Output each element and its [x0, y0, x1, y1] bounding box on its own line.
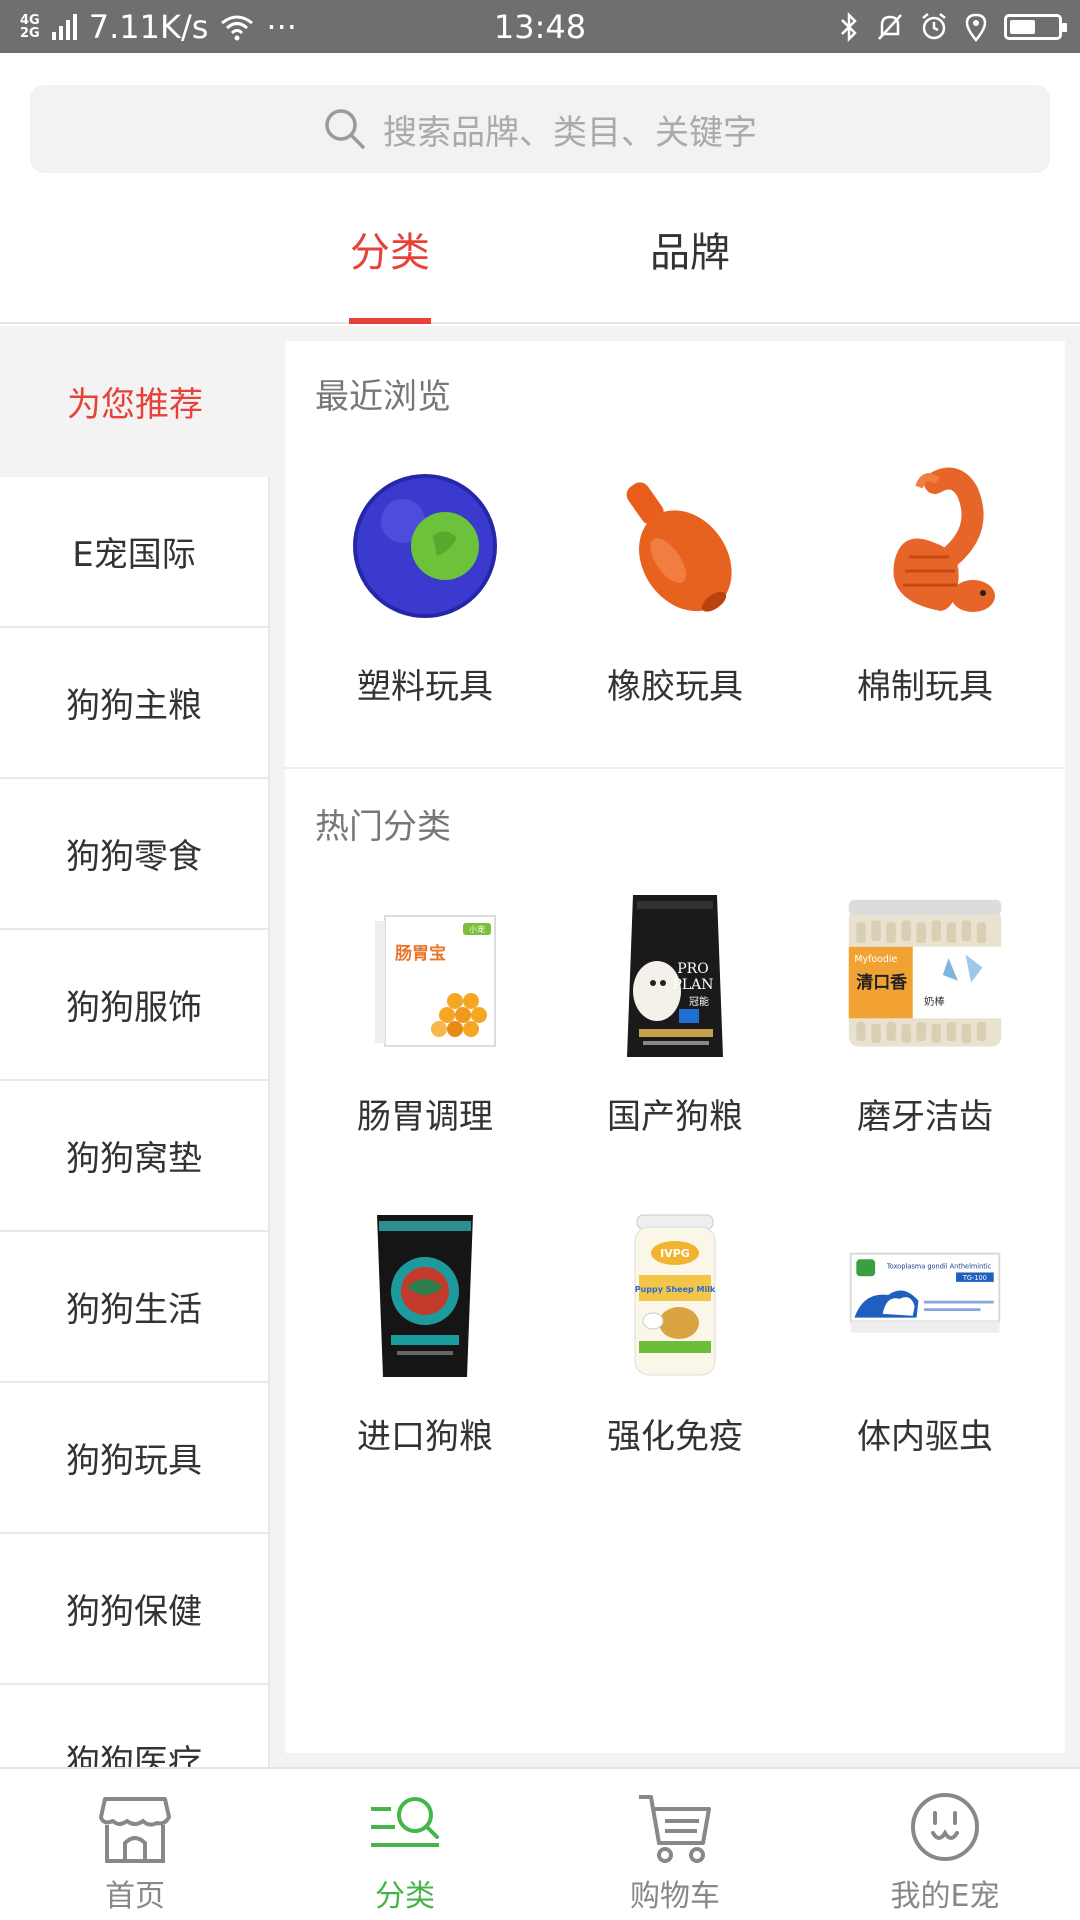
category-content: 最近浏览 塑料玩具 橡胶玩具 棉制玩具 热门分类 小宠 肠胃宝 肠胃调理 PRO…: [285, 341, 1065, 1753]
nav-category[interactable]: 分类: [270, 1769, 540, 1920]
battery-icon: [1004, 13, 1067, 40]
sidebar-item-dog-beds[interactable]: 狗狗窝垫: [0, 1081, 270, 1232]
category-label: 肠胃调理: [357, 1097, 493, 1137]
mute-bell-icon: [878, 13, 902, 40]
proplan-bottom-text: PLAN: [672, 977, 713, 993]
dewormer-code-text: TG-100: [962, 1274, 987, 1282]
sidebar-item-dog-food[interactable]: 狗狗主粮: [0, 628, 270, 779]
category-cell-dental-care[interactable]: Myfoodie 清口香 奶棒 磨牙洁齿: [805, 891, 1045, 1138]
category-label: 塑料玩具: [357, 667, 493, 707]
screen: 4G 2G 7.11K/s ··· 13:48 搜索品牌、类目、关键字 分类 品…: [0, 0, 1080, 1920]
tab-category[interactable]: 分类: [330, 200, 450, 324]
dewormer-box-image: Toxoplasma gondii Anthelmintic TG-100: [845, 1211, 1005, 1381]
sidebar-item-label: 为您推荐: [67, 385, 203, 425]
nav-my-epet-label: 我的E宠: [890, 1879, 1000, 1914]
category-search-icon: [371, 1797, 439, 1847]
proplan-cn-text: 冠能: [689, 995, 709, 1008]
alarm-icon: [922, 12, 946, 39]
recent-section-title: 最近浏览: [315, 377, 451, 417]
battery-level: [1010, 19, 1035, 34]
category-cell-immunity[interactable]: IVPG Puppy Sheep Milk 强化免疫: [555, 1211, 795, 1458]
sidebar-item-dog-snacks[interactable]: 狗狗零食: [0, 779, 270, 930]
category-cell-gut-care[interactable]: 小宠 肠胃宝 肠胃调理: [305, 891, 545, 1138]
sidebar-item-dog-medical[interactable]: 狗狗医疗: [0, 1685, 270, 1767]
bluetooth-icon: [841, 11, 857, 42]
category-cell-imported-dog-food[interactable]: 进口狗粮: [305, 1211, 545, 1458]
nav-category-label: 分类: [375, 1879, 435, 1914]
rope-squirrel-toy-image: [845, 461, 1005, 631]
status-bar: 4G 2G 7.11K/s ··· 13:48: [0, 0, 1080, 53]
nav-my-epet[interactable]: 我的E宠: [810, 1769, 1080, 1920]
nav-cart-label: 购物车: [630, 1879, 720, 1914]
category-label: 磨牙洁齿: [857, 1097, 993, 1137]
category-label: 体内驱虫: [857, 1417, 993, 1457]
sidebar-item-label: 狗狗保健: [66, 1592, 202, 1632]
hot-section-title: 热门分类: [315, 807, 451, 847]
category-label: 强化免疫: [607, 1417, 743, 1457]
pet-face-icon: [911, 1793, 979, 1861]
category-label: 进口狗粮: [357, 1417, 493, 1457]
category-label: 橡胶玩具: [607, 667, 743, 707]
jar-sub-text: 奶棒: [924, 995, 945, 1008]
sidebar-item-dog-health[interactable]: 狗狗保健: [0, 1534, 270, 1685]
bottom-navigation: 首页 分类 购物车 我的E宠: [0, 1767, 1080, 1920]
sidebar-item-dog-apparel[interactable]: 狗狗服饰: [0, 930, 270, 1081]
dewormer-title-text: Toxoplasma gondii Anthelmintic: [886, 1263, 992, 1271]
sidebar-item-label: 狗狗医疗: [66, 1743, 202, 1767]
jar-brand-text: Myfoodie: [854, 954, 897, 965]
sidebar-item-label: 狗狗服饰: [66, 988, 202, 1028]
category-sidebar: 为您推荐 E宠国际 狗狗主粮 狗狗零食 狗狗服饰 狗狗窝垫 狗狗生活 狗狗玩具 …: [0, 326, 270, 1767]
cart-icon: [639, 1795, 711, 1863]
category-cell-cotton-toys[interactable]: 棉制玩具: [805, 461, 1045, 708]
proplan-food-bag-image: PRO PLAN 冠能: [595, 891, 755, 1061]
search-bar[interactable]: 搜索品牌、类目、关键字: [30, 85, 1050, 173]
category-cell-rubber-toys[interactable]: 橡胶玩具: [555, 461, 795, 708]
tab-category-label: 分类: [350, 230, 430, 276]
category-label: 棉制玩具: [857, 667, 993, 707]
proplan-top-text: PRO: [677, 961, 708, 977]
sidebar-item-dog-toys[interactable]: 狗狗玩具: [0, 1383, 270, 1534]
probiotic-box-image: 小宠 肠胃宝: [345, 891, 505, 1061]
section-divider: [285, 767, 1065, 769]
sidebar-item-label: 狗狗玩具: [66, 1441, 202, 1481]
sidebar-item-label: 狗狗窝垫: [66, 1139, 202, 1179]
category-tabs: 分类 品牌: [0, 200, 1080, 324]
sidebar-item-label: E宠国际: [72, 535, 196, 575]
nav-cart[interactable]: 购物车: [540, 1769, 810, 1920]
plastic-ball-toy-image: [345, 461, 505, 631]
location-icon: [965, 13, 987, 42]
search-icon: [325, 109, 365, 149]
category-cell-domestic-dog-food[interactable]: PRO PLAN 冠能 国产狗粮: [555, 891, 795, 1138]
sidebar-item-label: 狗狗零食: [66, 837, 202, 877]
nav-home-label: 首页: [105, 1879, 165, 1914]
shop-icon: [99, 1797, 171, 1863]
goat-milk-can-image: IVPG Puppy Sheep Milk: [595, 1211, 755, 1381]
tab-brand[interactable]: 品牌: [630, 200, 750, 324]
can-brand-text: IVPG: [660, 1247, 690, 1260]
probiotic-name-text: 肠胃宝: [395, 943, 446, 964]
category-label: 国产狗粮: [607, 1097, 743, 1137]
tab-brand-label: 品牌: [650, 230, 730, 276]
category-cell-internal-deworming[interactable]: Toxoplasma gondii Anthelmintic TG-100 体内…: [805, 1211, 1045, 1458]
sidebar-item-recommend[interactable]: 为您推荐: [0, 326, 270, 477]
category-cell-plastic-toys[interactable]: 塑料玩具: [305, 461, 545, 708]
can-name-text: Puppy Sheep Milk: [635, 1285, 716, 1294]
jar-title-text: 清口香: [856, 972, 907, 992]
dental-sticks-jar-image: Myfoodie 清口香 奶棒: [845, 891, 1005, 1061]
nav-home[interactable]: 首页: [0, 1769, 270, 1920]
sidebar-item-label: 狗狗生活: [66, 1290, 202, 1330]
imported-food-bag-image: [345, 1211, 505, 1381]
probiotic-brand-text: 小宠: [469, 924, 485, 934]
sidebar-item-label: 狗狗主粮: [66, 686, 202, 726]
search-placeholder: 搜索品牌、类目、关键字: [383, 112, 757, 153]
sidebar-item-dog-living[interactable]: 狗狗生活: [0, 1232, 270, 1383]
sidebar-item-epet-international[interactable]: E宠国际: [0, 477, 270, 628]
status-right: [838, 0, 1067, 53]
tab-active-indicator: [349, 318, 431, 324]
rubber-toy-image: [595, 461, 755, 631]
